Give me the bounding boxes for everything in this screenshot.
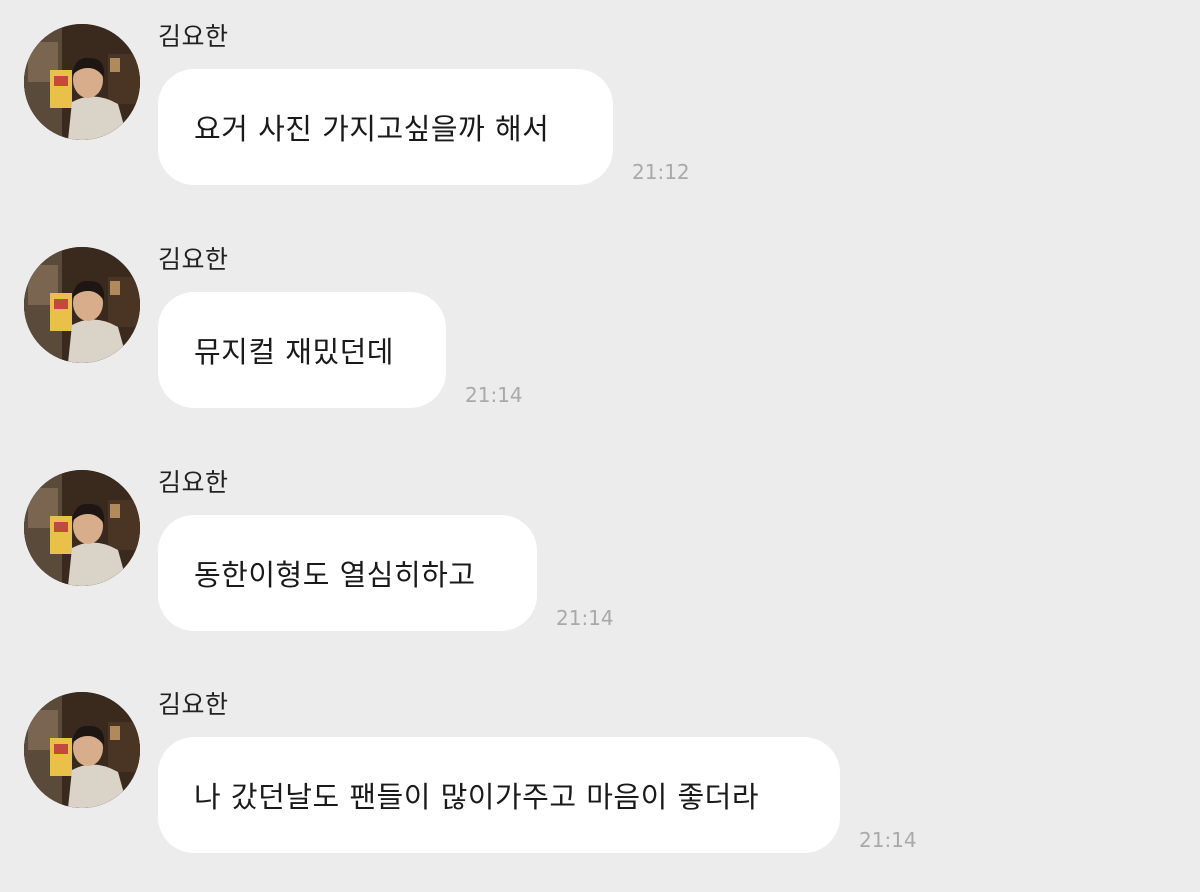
message-row: 김요한 동한이형도 열심히하고 21:14	[0, 468, 1200, 670]
message-timestamp: 21:14	[465, 383, 523, 407]
chat-log: 김요한 요거 사진 가지고싶을까 해서 21:12 김요한 뮤지컬 재밌던데 2…	[0, 0, 1200, 878]
avatar[interactable]	[24, 692, 140, 808]
avatar[interactable]	[24, 247, 140, 363]
avatar[interactable]	[24, 24, 140, 140]
sender-name: 김요한	[158, 245, 229, 274]
message-bubble[interactable]: 동한이형도 열심히하고	[158, 515, 537, 631]
message-timestamp: 21:14	[859, 828, 917, 852]
avatar-photo	[24, 470, 140, 586]
sender-name: 김요한	[158, 690, 229, 719]
message-bubble[interactable]: 뮤지컬 재밌던데	[158, 292, 446, 408]
message-bubble[interactable]: 요거 사진 가지고싶을까 해서	[158, 69, 613, 185]
message-timestamp: 21:12	[632, 160, 690, 184]
message-row: 김요한 뮤지컬 재밌던데 21:14	[0, 245, 1200, 447]
message-timestamp: 21:14	[556, 606, 614, 630]
avatar-photo	[24, 692, 140, 808]
avatar[interactable]	[24, 470, 140, 586]
avatar-photo	[24, 247, 140, 363]
message-row: 김요한 요거 사진 가지고싶을까 해서 21:12	[0, 22, 1200, 224]
sender-name: 김요한	[158, 22, 229, 51]
message-row: 김요한 나 갔던날도 팬들이 많이가주고 마음이 좋더라 21:14	[0, 690, 1200, 892]
message-bubble[interactable]: 나 갔던날도 팬들이 많이가주고 마음이 좋더라	[158, 737, 840, 853]
avatar-photo	[24, 24, 140, 140]
sender-name: 김요한	[158, 468, 229, 497]
